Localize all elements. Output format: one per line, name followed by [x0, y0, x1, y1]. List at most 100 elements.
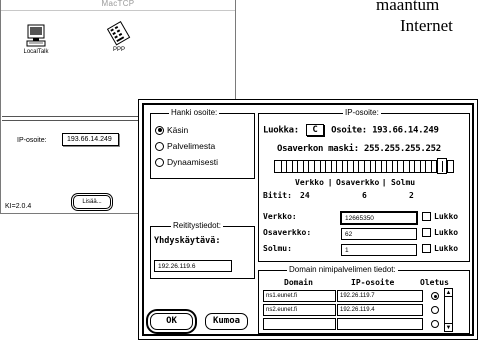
slider-tick [330, 161, 332, 172]
window-title: MacTCP [1, 0, 235, 11]
subnet-part-label: Osaverkko [336, 178, 380, 187]
separator: | [329, 178, 332, 187]
slider-tick [364, 161, 365, 172]
class-popup[interactable]: C [305, 124, 324, 136]
node-lock-checkbox[interactable]: Lukko [422, 244, 458, 253]
dns-domain-cell[interactable]: ns2.eunet.fi [263, 304, 336, 316]
radio-server-control[interactable] [155, 141, 164, 151]
slider-tick [419, 161, 421, 172]
slider-tick [336, 161, 338, 172]
network-lock-box[interactable] [422, 212, 431, 221]
dns-group: Domain nimipalvelimen tiedot: Domain IP-… [258, 265, 470, 334]
document-text-line-1: maantum [376, 0, 440, 14]
dns-ip-header: IP-osoite [351, 278, 395, 287]
subnet-mask-slider[interactable] [274, 158, 454, 174]
ip-address-group: IP-osoite: Luokka: C Osoite: 193.66.14.2… [258, 108, 470, 262]
routing-info-legend: Reititystiedot: [171, 221, 224, 230]
separator: | [383, 178, 386, 187]
modem-phone-icon [107, 21, 131, 46]
subnet-mask-line: Osaverkon maski: 255.255.255.252 [277, 144, 441, 154]
cancel-button[interactable]: Kumoa [205, 313, 248, 330]
bits-node: 2 [409, 191, 414, 200]
node-part-label: Solmu [391, 178, 416, 187]
slider-tick [352, 161, 354, 172]
routing-info-group: Reititystiedot: Yhdyskäytävä: 192.26.119… [150, 221, 255, 279]
subnet-lock-checkbox[interactable]: Lukko [422, 228, 458, 237]
network-part-label: Verkko [295, 178, 324, 187]
subnet-mask-label: Osaverkon maski: [277, 144, 359, 154]
radio-manual[interactable]: Käsin [155, 125, 188, 135]
network-field-label: Verkko: [263, 212, 297, 221]
class-address-line: Luokka: C Osoite: 193.66.14.249 [263, 124, 439, 136]
slider-tick [302, 161, 304, 172]
slider-tick [380, 161, 382, 172]
radio-manual-label: Käsin [167, 125, 189, 135]
gateway-label: Yhdyskäytävä: [154, 236, 221, 246]
dns-default-radio[interactable] [431, 292, 439, 300]
gateway-field[interactable]: 192.26.119.6 [154, 260, 232, 272]
slider-tick [386, 161, 388, 172]
dns-domain-cell[interactable]: ns1.eunet.fi [263, 290, 336, 302]
ip-address-value: 193.66.14.249 [62, 133, 119, 146]
slider-tick [391, 161, 393, 172]
address-label: Osoite: [331, 125, 367, 136]
dns-domain-cell[interactable] [263, 318, 336, 330]
slider-tick [297, 161, 299, 172]
node-field[interactable]: 1 [341, 244, 417, 256]
node-field-label: Solmu: [263, 244, 292, 253]
slider-tick [347, 161, 349, 172]
slider-tick [319, 161, 321, 172]
subnet-lock-box[interactable] [422, 228, 431, 237]
bits-label: Bitit: [263, 191, 292, 200]
document-text-line-2: Internet [400, 16, 453, 35]
bits-network: 24 [300, 191, 310, 200]
slider-tick [375, 161, 377, 172]
localtalk-network-item[interactable]: LocalTalk [16, 24, 56, 55]
node-lock-box[interactable] [422, 244, 431, 253]
slider-tick [408, 161, 410, 172]
dns-ip-cell[interactable] [337, 318, 423, 330]
slider-tick [436, 161, 438, 172]
node-lock-label: Lukko [434, 244, 459, 253]
dns-default-radio[interactable] [431, 320, 439, 328]
slider-tick [402, 161, 404, 172]
version-text: KI=2.0.4 [5, 203, 32, 210]
radio-manual-control[interactable] [155, 125, 164, 135]
slider-tick [313, 161, 315, 172]
class-label: Luokka: [263, 125, 299, 136]
slider-tick [441, 161, 443, 172]
radio-dynamic-control[interactable] [155, 157, 164, 167]
ok-button[interactable]: OK [150, 313, 193, 330]
slider-tick [341, 161, 343, 172]
address-value: 193.66.14.249 [372, 125, 439, 136]
subnet-lock-label: Lukko [434, 228, 459, 237]
more-button[interactable]: Lisää... [73, 195, 111, 209]
obtain-address-legend: Hanki osoite: [169, 108, 220, 117]
scroll-up-icon[interactable]: ▲ [445, 289, 452, 297]
dns-ip-cell[interactable]: 192.26.119.7 [337, 290, 423, 302]
computer-icon [26, 24, 46, 47]
radio-server[interactable]: Palvelimesta [155, 141, 215, 151]
config-dialog: Hanki osoite: Käsin Palvelimesta Dynaami… [138, 99, 478, 340]
network-lock-label: Lukko [434, 212, 459, 221]
bits-subnet: 6 [362, 191, 367, 200]
dns-default-radio[interactable] [431, 306, 439, 314]
dns-default-header: Oletus [420, 278, 449, 287]
localtalk-label: LocalTalk [23, 49, 49, 55]
network-lock-checkbox[interactable]: Lukko [422, 212, 458, 221]
ppp-network-item[interactable]: PPP [99, 20, 139, 53]
subnet-field[interactable]: 62 [341, 228, 417, 240]
dns-ip-cell[interactable]: 192.26.119.4 [337, 304, 423, 316]
slider-tick [369, 161, 371, 172]
slider-tick [358, 161, 360, 172]
subnet-mask-value: 255.255.255.252 [364, 144, 441, 154]
scroll-down-icon[interactable]: ▼ [445, 323, 452, 331]
dns-scrollbar[interactable]: ▲ ▼ [444, 288, 453, 332]
radio-dynamic[interactable]: Dynaamisesti [155, 157, 218, 167]
slider-tick [308, 161, 310, 172]
slider-tick [447, 161, 449, 172]
slider-tick [280, 161, 282, 172]
dns-legend: Domain nimipalvelimen tiedot: [287, 265, 398, 274]
slider-tick [286, 161, 288, 172]
network-field[interactable]: 12665350 [341, 212, 417, 224]
